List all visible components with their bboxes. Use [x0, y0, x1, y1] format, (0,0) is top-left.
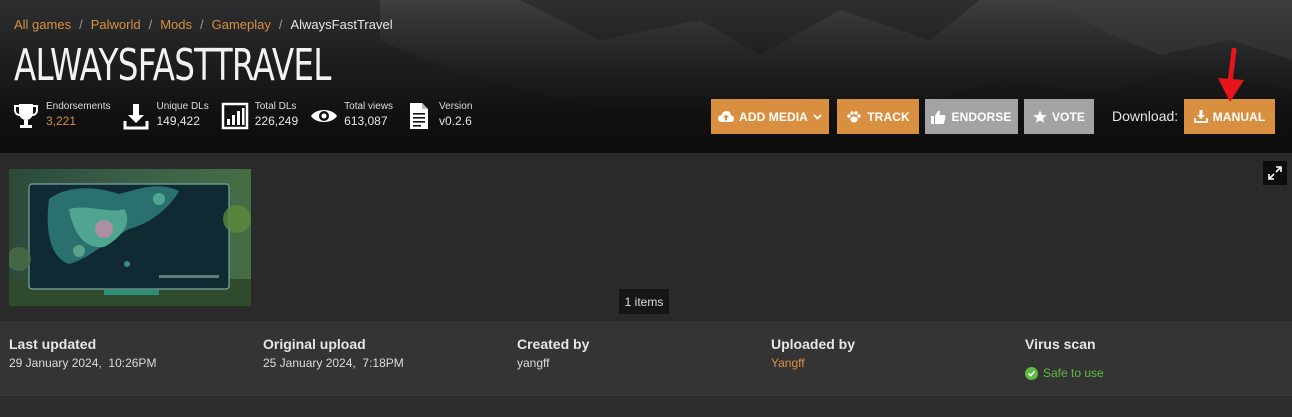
track-button[interactable]: TRACK	[837, 99, 919, 134]
stat-unique-dls: Unique DLs 149,422	[122, 101, 209, 131]
add-media-label: ADD MEDIA	[739, 109, 808, 124]
paw-icon	[847, 110, 861, 122]
page-bottom-strip	[0, 397, 1292, 417]
gallery-item-count: 1 items	[619, 289, 669, 314]
meta-created-by: Created by yangff	[517, 336, 589, 370]
expand-icon	[1268, 166, 1282, 180]
breadcrumb-separator: /	[199, 17, 204, 32]
check-circle-icon	[1025, 366, 1038, 380]
breadcrumb-separator: /	[148, 17, 153, 32]
breadcrumb-separator: /	[278, 17, 283, 32]
meta-last-updated: Last updated 29 January 2024, 10:26PM	[9, 336, 156, 370]
breadcrumb-palworld[interactable]: Palworld	[91, 17, 141, 32]
mod-meta: Last updated 29 January 2024, 10:26PM Or…	[0, 321, 1292, 396]
stat-label: Total DLs	[254, 101, 297, 112]
meta-value: 25 January 2024, 7:18PM	[263, 356, 404, 370]
vote-button[interactable]: VOTE	[1024, 99, 1094, 134]
endorse-label: ENDORSE	[951, 109, 1012, 124]
virus-scan-status: Safe to use	[1025, 366, 1104, 380]
meta-virus-scan: Virus scan Safe to use	[1025, 336, 1104, 380]
breadcrumb: All games / Palworld / Mods / Gameplay /…	[14, 17, 393, 32]
stat-label: Endorsements	[46, 101, 111, 112]
stat-label: Total views	[344, 101, 394, 112]
virus-scan-value: Safe to use	[1043, 366, 1104, 380]
mod-header: All games / Palworld / Mods / Gameplay /…	[0, 0, 1292, 153]
meta-label: Created by	[517, 336, 590, 352]
eye-icon	[310, 101, 338, 131]
breadcrumb-all-games[interactable]: All games	[14, 17, 71, 32]
cloud-upload-icon	[718, 110, 735, 122]
download-icon	[122, 101, 150, 131]
page-title: ALWAYSFASTTRAVEL	[14, 40, 331, 91]
chevron-down-icon	[813, 114, 822, 120]
stat-value: v0.2.6	[439, 114, 472, 128]
breadcrumb-gameplay[interactable]: Gameplay	[212, 17, 271, 32]
stat-label: Version	[439, 101, 473, 112]
meta-label: Virus scan	[1025, 336, 1096, 352]
breadcrumb-mods[interactable]: Mods	[160, 17, 192, 32]
meta-value: 29 January 2024, 10:26PM	[9, 356, 157, 370]
stat-value: 3,221	[46, 114, 77, 128]
map-screenshot-image	[9, 169, 251, 306]
track-label: TRACK	[867, 109, 910, 124]
stat-endorsements: Endorsements 3,221	[12, 101, 110, 131]
meta-label: Uploaded by	[771, 336, 856, 352]
stat-total-dls: Total DLs 226,249	[221, 101, 298, 131]
endorse-button[interactable]: ENDORSE	[925, 99, 1018, 134]
stat-total-views: Total views 613,087	[310, 101, 393, 131]
mod-stats: Endorsements 3,221 Unique DLs 149,422 To…	[12, 101, 484, 131]
star-icon	[1033, 110, 1047, 123]
gallery-thumbnail[interactable]	[9, 169, 251, 306]
manual-label: MANUAL	[1212, 109, 1266, 124]
thumbs-up-icon	[931, 110, 947, 124]
stat-label: Unique DLs	[156, 101, 209, 112]
stat-version: Version v0.2.6	[405, 101, 472, 131]
stat-value: 149,422	[156, 114, 200, 128]
meta-label: Last updated	[9, 336, 97, 352]
breadcrumb-separator: /	[79, 17, 83, 32]
vote-label: VOTE	[1051, 109, 1086, 124]
download-icon	[1193, 110, 1208, 123]
uploader-link[interactable]: Yangff	[771, 356, 855, 370]
meta-uploaded-by: Uploaded by Yangff	[771, 336, 855, 370]
media-gallery: 1 items	[0, 153, 1292, 321]
meta-original-upload: Original upload 25 January 2024, 7:18PM	[263, 336, 404, 370]
meta-label: Original upload	[263, 336, 366, 352]
stat-value: 613,087	[344, 114, 388, 128]
download-label: Download:	[1112, 108, 1179, 124]
expand-gallery-button[interactable]	[1263, 161, 1287, 185]
add-media-button[interactable]: ADD MEDIA	[711, 99, 829, 134]
breadcrumb-current: AlwaysFastTravel	[290, 17, 393, 32]
document-icon	[405, 101, 433, 131]
stat-value: 226,249	[254, 114, 299, 128]
trophy-icon	[12, 101, 40, 131]
annotation-arrow-icon	[1218, 48, 1244, 102]
meta-value: yangff	[517, 356, 550, 370]
bar-chart-icon	[221, 101, 249, 131]
